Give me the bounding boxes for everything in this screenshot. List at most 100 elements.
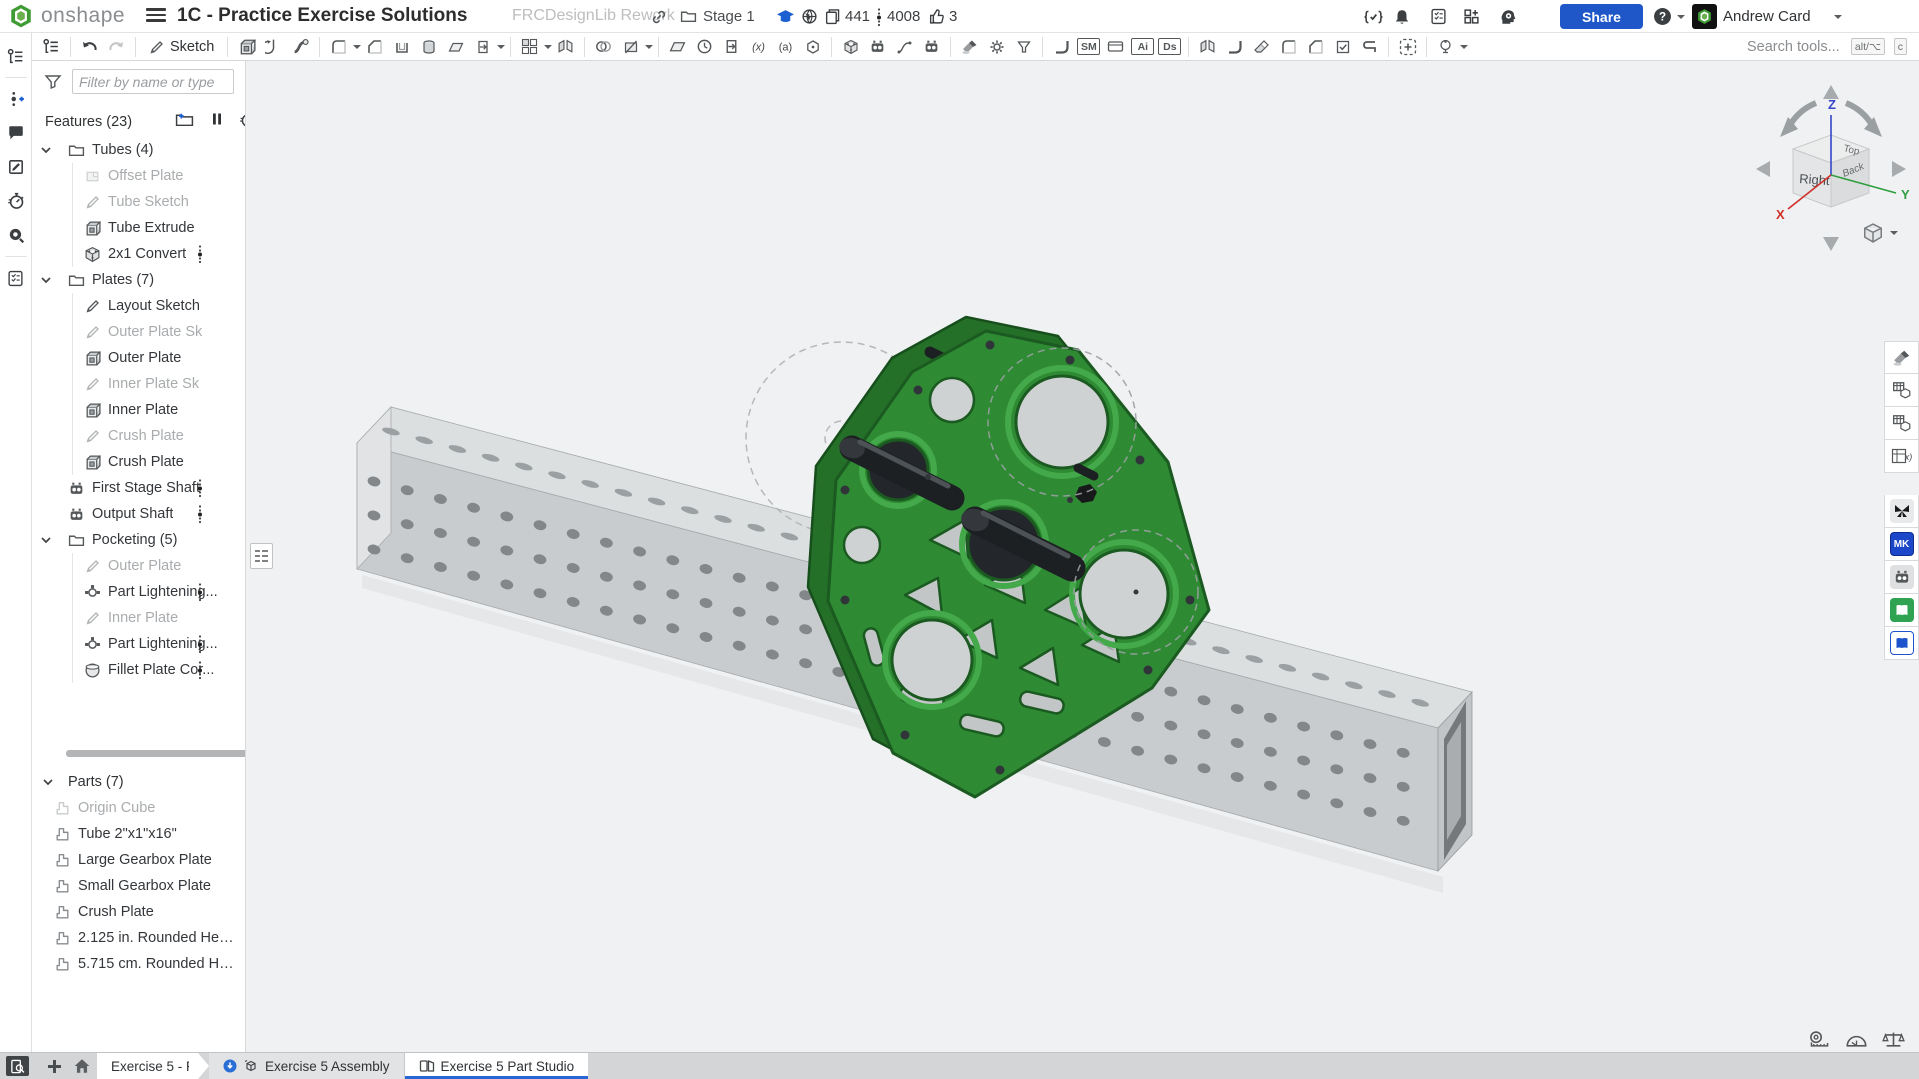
search-tools-input[interactable]: [1741, 35, 1911, 59]
thicken-icon[interactable]: [469, 35, 496, 59]
tape-measure-icon[interactable]: [1808, 1030, 1831, 1049]
suppress-slider-icon[interactable]: [196, 479, 204, 497]
cut-list-icon[interactable]: [1884, 407, 1919, 440]
suppress-slider-icon[interactable]: [196, 583, 204, 601]
feature-row[interactable]: Layout Sketch: [32, 293, 246, 319]
suppress-pause-icon[interactable]: [210, 111, 224, 127]
hole-icon[interactable]: [415, 35, 442, 59]
ai-badge[interactable]: Ai: [1129, 35, 1156, 59]
protractor-icon[interactable]: [1845, 1030, 1868, 1049]
feature-row[interactable]: Inner Plate: [32, 397, 246, 423]
feature-row[interactable]: Inner Plate Sk: [32, 371, 246, 397]
custom-feature-robot2-icon[interactable]: [918, 35, 945, 59]
feature-row[interactable]: Output Shaft: [32, 501, 246, 527]
suppress-slider-icon[interactable]: [196, 505, 204, 523]
tab-check-icon[interactable]: [1329, 35, 1356, 59]
eraser-icon[interactable]: [1248, 35, 1275, 59]
likes-stat[interactable]: 3: [928, 0, 957, 33]
tab-manager-icon[interactable]: [6, 1056, 29, 1076]
linear-pattern-icon[interactable]: [516, 35, 543, 59]
chamfer-corner-icon[interactable]: [1302, 35, 1329, 59]
education-icon[interactable]: [776, 0, 795, 33]
transform-icon[interactable]: [718, 35, 745, 59]
feature-tree-panel-icon[interactable]: [3, 43, 29, 69]
feature-row[interactable]: Tube Sketch: [32, 189, 246, 215]
horizontal-scrollbar[interactable]: [66, 750, 246, 757]
mass-properties-icon[interactable]: [1882, 1030, 1905, 1049]
feature-row[interactable]: Outer Plate: [32, 345, 246, 371]
part-row[interactable]: 2.125 in. Rounded Hex ...: [32, 925, 246, 951]
feature-row[interactable]: Outer Plate: [32, 553, 246, 579]
feature-row[interactable]: Crush Plate: [32, 423, 246, 449]
chamfer-icon[interactable]: [361, 35, 388, 59]
primitive-cube-icon[interactable]: [837, 35, 864, 59]
app-green-book-icon[interactable]: [1884, 594, 1919, 627]
sheet-metal-flange-icon[interactable]: [1048, 35, 1075, 59]
extrude-icon[interactable]: [233, 35, 260, 59]
chevron-down-icon[interactable]: [40, 144, 52, 156]
notifications-bell-icon[interactable]: 9+: [1393, 0, 1411, 33]
notes-panel-icon[interactable]: [3, 154, 29, 180]
fillet-dropdown[interactable]: [353, 45, 361, 49]
variable-icon[interactable]: (x): [745, 35, 772, 59]
mate-connector-icon[interactable]: [799, 35, 826, 59]
graphics-area[interactable]: Top Right Back Z Y X: [246, 61, 1919, 1052]
home-tab-button[interactable]: [67, 1053, 97, 1079]
part-row[interactable]: Large Gearbox Plate: [32, 847, 246, 873]
tab-document[interactable]: Exercise 5 - Flip: [97, 1053, 209, 1079]
part-row[interactable]: Small Gearbox Plate: [32, 873, 246, 899]
app-robot-icon[interactable]: [1884, 561, 1919, 594]
suppress-slider-icon[interactable]: [196, 635, 204, 653]
checklist-panel-icon[interactable]: [3, 265, 29, 291]
plane-icon[interactable]: [664, 35, 691, 59]
revolve-icon[interactable]: [260, 35, 287, 59]
search-settings-icon[interactable]: [3, 222, 29, 248]
mirror-icon[interactable]: [552, 35, 579, 59]
new-tab-button[interactable]: [41, 1053, 67, 1079]
part-row[interactable]: Crush Plate: [32, 899, 246, 925]
part-row[interactable]: Tube 2"x1"x16": [32, 821, 246, 847]
helix-icon[interactable]: [691, 35, 718, 59]
app-blue-book-icon[interactable]: [1884, 627, 1919, 660]
custom-feature-robot-icon[interactable]: [864, 35, 891, 59]
tab-assembly[interactable]: Exercise 5 Assembly: [209, 1053, 405, 1079]
bend-icon[interactable]: [1221, 35, 1248, 59]
help-menu[interactable]: [1653, 0, 1685, 33]
sheet-metal-flat-icon[interactable]: [1102, 35, 1129, 59]
appearance-panel-icon[interactable]: [1884, 341, 1919, 374]
copies-stat[interactable]: 441: [824, 0, 870, 33]
tasks-checklist-icon[interactable]: [1430, 0, 1447, 33]
feature-row[interactable]: 2x1 Convert: [32, 241, 246, 267]
document-title[interactable]: 1C - Practice Exercise Solutions: [177, 5, 467, 27]
app-mk-icon[interactable]: MK: [1884, 528, 1919, 561]
main-menu-button[interactable]: [146, 8, 166, 24]
feature-row[interactable]: Plates (7): [32, 267, 246, 293]
feature-row[interactable]: Fillet Plate Cor...: [32, 657, 246, 683]
insert-dashed-icon[interactable]: [1394, 35, 1421, 59]
apps-grid-icon[interactable]: [1463, 0, 1480, 33]
tab-part-studio[interactable]: Exercise 5 Part Studio: [405, 1053, 589, 1079]
feature-row[interactable]: Part Lightening...: [32, 631, 246, 657]
share-button[interactable]: Share: [1560, 4, 1643, 29]
fillet-icon[interactable]: [325, 35, 352, 59]
parts-header[interactable]: Parts (7): [32, 769, 246, 795]
new-folder-icon[interactable]: [175, 111, 194, 128]
split-icon[interactable]: [617, 35, 644, 59]
suppress-slider-icon[interactable]: [196, 245, 204, 263]
export-flat-icon[interactable]: [1194, 35, 1221, 59]
assembly-robot-icon[interactable]: [1432, 35, 1459, 59]
user-name[interactable]: Andrew Card: [1723, 8, 1811, 25]
feature-list-toggle-icon[interactable]: [38, 35, 65, 59]
onshape-logo[interactable]: onshape: [8, 3, 125, 29]
part-row[interactable]: Origin Cube: [32, 795, 246, 821]
featurescript-search-icon[interactable]: (a): [772, 35, 799, 59]
feature-row[interactable]: Pocketing (5): [32, 527, 246, 553]
config-table-icon[interactable]: x): [1884, 440, 1919, 473]
hem-icon[interactable]: [1356, 35, 1383, 59]
sheet-metal-model-badge[interactable]: SM: [1075, 35, 1102, 59]
pattern-dropdown[interactable]: [544, 45, 552, 49]
undo-icon[interactable]: [76, 35, 103, 59]
feature-row[interactable]: Crush Plate: [32, 449, 246, 475]
ds-badge[interactable]: Ds: [1156, 35, 1183, 59]
bom-table-icon[interactable]: [1884, 374, 1919, 407]
